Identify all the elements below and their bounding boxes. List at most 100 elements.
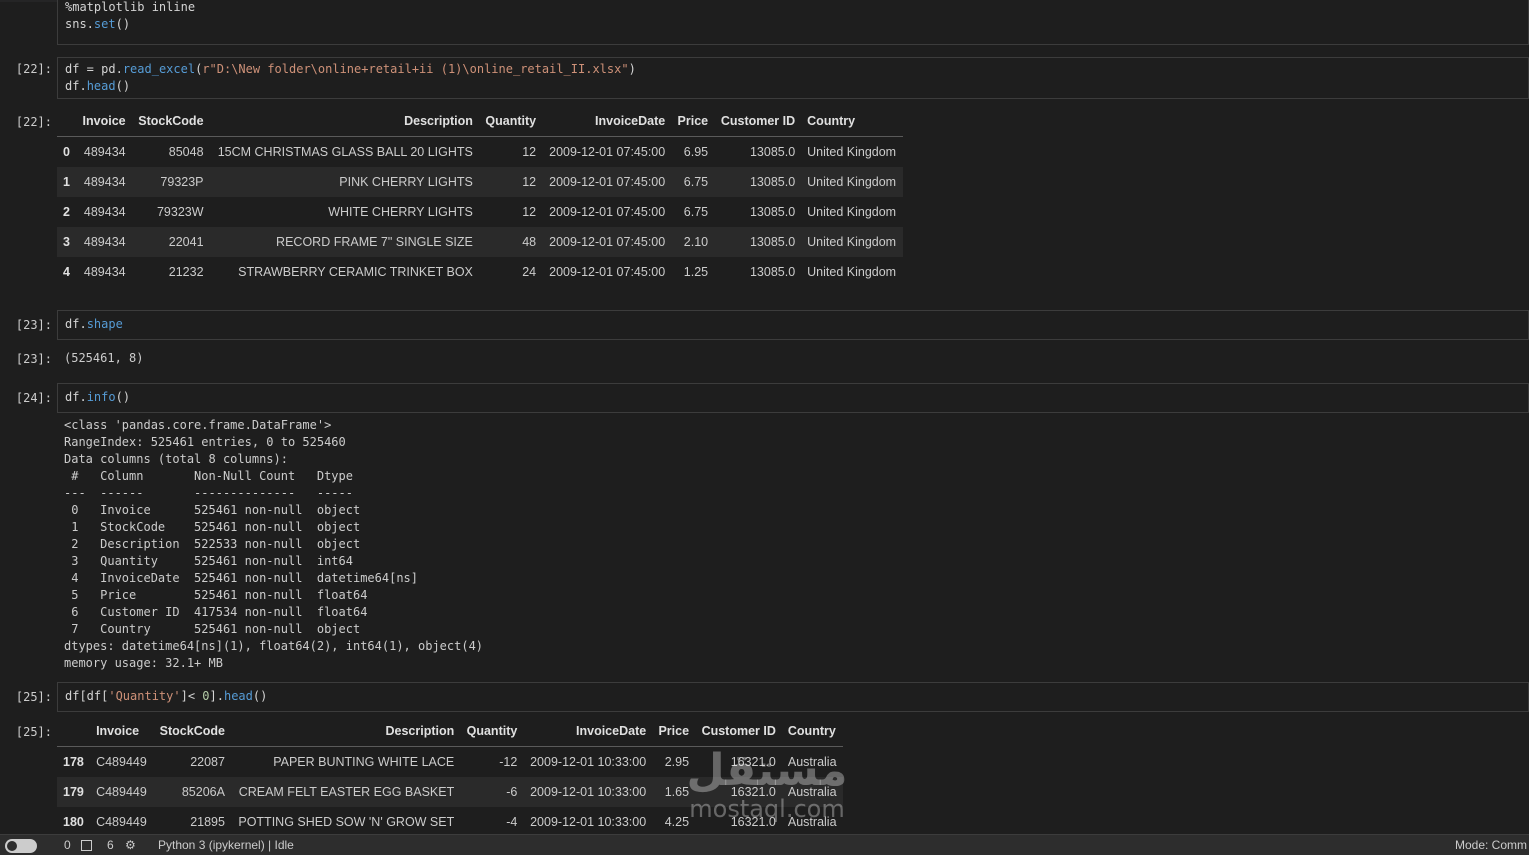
dataframe-output-negative: Invoice StockCode Description Quantity Invoi… [57,716,843,837]
cell-prompt-out: [25]: [15,725,52,739]
table-cell: 4.25 [664,815,690,829]
row-index: 0 [63,145,70,159]
code-fn: set [93,17,116,31]
table-cell: 2.95 [664,755,690,769]
column-header: Description [209,106,479,137]
table-cell: 2009-12-01 07:45:00 [549,145,666,159]
table-cell: Australia [781,777,843,807]
column-header [57,716,91,747]
code-line: %matplotlib inline [65,0,196,14]
kernel-count[interactable]: 6 [107,838,114,852]
table-cell: C489449 [96,755,147,769]
table-cell: United Kingdom [807,265,897,279]
code-line: df[df['Quantity']< 0].head() [65,689,268,703]
table-cell: 79323W [156,205,204,219]
cell-prompt-in: [24]: [15,391,52,405]
table-cell: 48 [478,227,543,257]
row-index: 178 [63,755,84,769]
table-row: 3 489434 22041 RECORD FRAME 7" SINGLE SIZE 4… [57,227,903,257]
column-header: Invoice [76,106,132,137]
table-cell: C489449 [90,777,154,807]
editor-mode[interactable]: Mode: Comm [1455,838,1527,852]
table-header-row: Invoice StockCode Description Quantity Invoi… [57,716,843,747]
table-cell: United Kingdom [807,145,897,159]
column-header: Quantity [460,716,524,747]
column-header: StockCode [131,106,210,137]
code-cell-read-excel[interactable]: df = pd.read_excel(r"D:\New folder\onlin… [57,57,1529,99]
table-cell: 1.25 [683,265,709,279]
table-row: 179 C489449 85206A CREAM FELT EASTER EGG BA… [57,777,843,807]
table-cell: PINK CHERRY LIGHTS [209,167,479,197]
column-header: Country [801,106,903,137]
column-header: Invoice [90,716,154,747]
table-cell: 21895 [190,815,225,829]
column-header: Quantity [478,106,543,137]
table-cell: 79323P [131,167,210,197]
table-cell: -4 [506,815,518,829]
cell-prompt-in: [22]: [15,62,52,76]
column-header: InvoiceDate [523,716,653,747]
table-cell: -6 [460,777,524,807]
table-cell: 489434 [83,145,126,159]
table-cell: CREAM FELT EASTER EGG BASKET [230,777,461,807]
row-index: 179 [57,777,91,807]
table-cell: 13085.0 [714,227,802,257]
row-index: 180 [63,815,84,829]
table-cell: 2009-12-01 07:45:00 [542,167,672,197]
table-cell: Australia [787,755,837,769]
table-cell: 2.10 [671,227,715,257]
table-cell: 2009-12-01 10:33:00 [523,777,653,807]
column-header: Country [781,716,843,747]
column-header: Price [671,106,715,137]
table-cell: 2009-12-01 07:45:00 [549,205,666,219]
column-header: InvoiceDate [542,106,672,137]
code-cell-negative-quantity[interactable]: df[df['Quantity']< 0].head() [57,682,1529,712]
cell-prompt-in: [23]: [15,318,52,332]
table-cell: 6.75 [683,205,709,219]
code-obj: sns. [65,17,94,31]
table-cell: 21232 [168,265,204,279]
table-cell: 13085.0 [714,167,802,197]
code-line: sns.set() [65,17,131,31]
simple-mode-toggle[interactable] [5,839,37,853]
table-cell: -12 [499,755,518,769]
table-cell: United Kingdom [801,167,903,197]
table-cell: 16321.0 [695,777,782,807]
table-cell: WHITE CHERRY LIGHTS [328,205,473,219]
code-cell-imports[interactable]: %matplotlib inline sns.set() [57,0,1529,45]
table-cell: 6.95 [683,145,709,159]
column-header [57,106,77,137]
table-cell: 6.75 [671,167,715,197]
code-cell-shape[interactable]: df.shape [57,310,1529,340]
table-cell: 2009-12-01 07:45:00 [549,265,666,279]
table-cell: 22041 [131,227,210,257]
status-bar: 0 6 ⚙ Python 3 (ipykernel) | Idle Mode: … [0,834,1529,855]
table-cell: 85206A [153,777,231,807]
column-header: Description [230,716,461,747]
code-line: df = pd.read_excel(r"D:\New folder\onlin… [65,62,636,76]
table-cell: 489434 [76,167,132,197]
table-header-row: Invoice StockCode Description Quantity Invoi… [57,106,903,137]
table-cell: 489434 [83,265,126,279]
code-line: df.info() [65,390,131,404]
table-cell: 1.65 [652,777,696,807]
table-cell: 13085.0 [749,145,796,159]
table-cell: 15CM CHRISTMAS GLASS BALL 20 LIGHTS [217,145,473,159]
table-cell: 85048 [168,145,204,159]
table-row: 178 C489449 22087 PAPER BUNTING WHITE LACE -… [57,747,843,778]
gear-icon: ⚙ [125,838,136,852]
cell-prompt-out: [23]: [15,352,52,366]
table-cell: 16321.0 [730,755,776,769]
terminal-count[interactable]: 0 [64,838,71,852]
cell-prompt-in: [25]: [15,690,52,704]
dataframe-output-head: Invoice StockCode Description Quantity Invoi… [57,106,903,287]
cell-prompt-out: [22]: [15,115,52,129]
table-cell: POTTING SHED SOW 'N' GROW SET [238,815,455,829]
table-cell: C489449 [96,815,147,829]
column-header: StockCode [153,716,231,747]
kernel-status[interactable]: Python 3 (ipykernel) | Idle [158,838,294,852]
code-cell-info[interactable]: df.info() [57,383,1529,413]
table-cell: 16321.0 [730,815,776,829]
table-row: 4 489434 21232 STRAWBERRY CERAMIC TRINKET B… [57,257,903,287]
table-cell: Australia [787,815,837,829]
